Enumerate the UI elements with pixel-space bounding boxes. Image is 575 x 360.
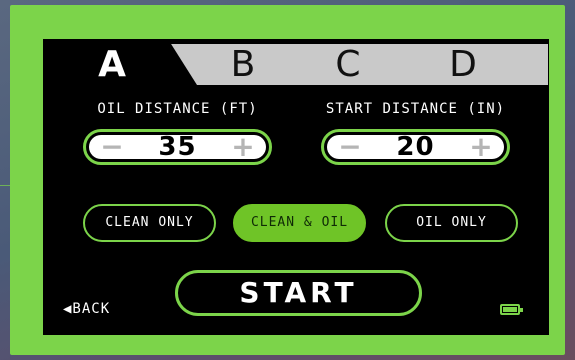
battery-level-fill [503, 307, 517, 312]
tab-c[interactable]: C [298, 44, 398, 85]
oil-distance-minus-button[interactable]: − [95, 133, 129, 161]
start-distance-value: 20 [396, 132, 435, 162]
start-button[interactable]: START [175, 270, 422, 316]
oil-distance-stepper: − 35 + [83, 129, 272, 165]
clean-and-oil-button[interactable]: CLEAN & OIL [233, 204, 366, 242]
tab-a-label: A [98, 44, 126, 85]
oil-distance-stepper-body: − 35 + [89, 132, 266, 162]
tab-d[interactable]: D [408, 44, 518, 85]
oil-only-button[interactable]: OIL ONLY [385, 204, 518, 242]
back-button[interactable]: ◀BACK [63, 301, 110, 317]
start-distance-plus-button[interactable]: + [464, 133, 498, 161]
battery-terminal [520, 308, 523, 312]
start-distance-label: START DISTANCE (IN) [325, 101, 506, 117]
start-distance-stepper-body: − 20 + [327, 132, 504, 162]
device-frame: A B C D OIL DISTANCE (FT) START DISTANCE… [10, 5, 565, 355]
oil-distance-value: 35 [158, 132, 197, 162]
touch-screen: A B C D OIL DISTANCE (FT) START DISTANCE… [43, 39, 549, 335]
start-distance-minus-button[interactable]: − [333, 133, 367, 161]
start-distance-stepper: − 20 + [321, 129, 510, 165]
oil-distance-plus-button[interactable]: + [226, 133, 260, 161]
battery-full-icon [500, 304, 523, 315]
clean-only-button[interactable]: CLEAN ONLY [83, 204, 216, 242]
oil-distance-label: OIL DISTANCE (FT) [97, 101, 258, 117]
tab-b[interactable]: B [198, 44, 288, 85]
